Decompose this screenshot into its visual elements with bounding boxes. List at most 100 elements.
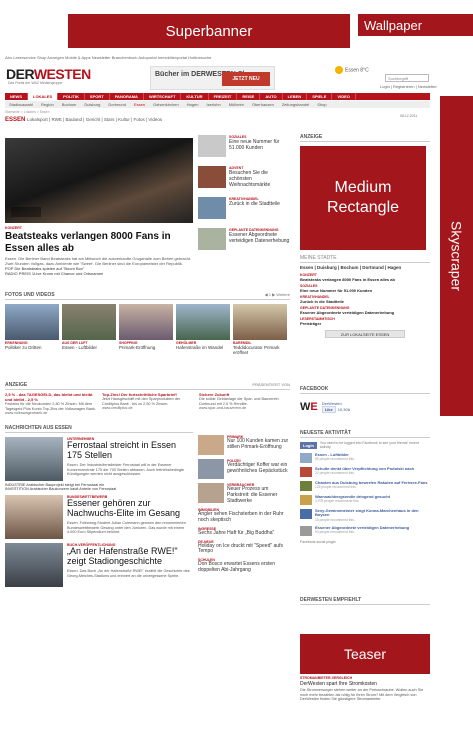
mid-thumbnail[interactable] <box>198 435 224 455</box>
text-ad-url[interactable]: www.volkswagenbank.de <box>5 411 96 416</box>
nav-item[interactable]: REISE <box>237 93 261 100</box>
shop-promo[interactable]: Bücher im DERWESTEN Shop JETZT NEU <box>150 66 275 90</box>
subnav-item[interactable]: Shop <box>313 101 330 108</box>
nav-item[interactable]: LOKALES <box>28 93 59 100</box>
activity-item[interactable]: Essen - Luftbilder 89 people recommend th… <box>300 452 430 463</box>
nav-item[interactable]: VIDEO <box>332 93 356 100</box>
gallery-title[interactable]: Primark-Eröffnung <box>119 345 173 350</box>
hero-bullet[interactable]: RADIO PREIS 1Live Krone mit Chance und O… <box>5 271 193 276</box>
activity-thumbnail[interactable] <box>300 453 312 463</box>
gallery-image[interactable] <box>62 304 116 340</box>
news-story[interactable]: BUCH-VERÖFFENTLICHUNG „An der Hafenstraße… <box>5 543 193 587</box>
skyscraper-ad[interactable]: Skyscraper <box>440 96 473 416</box>
list-item[interactable]: SOZIALES Eine neue Nummer für 51.000 Kund… <box>198 135 290 162</box>
subnav-item[interactable]: Essen <box>130 101 149 108</box>
list-item[interactable]: SCHULEN Don Bosco erwartet Essens ersten … <box>198 558 290 574</box>
local-page-button[interactable]: ZUR LOKALSEITE ESSEN <box>325 330 405 338</box>
subnav-item[interactable]: Oberhausen <box>248 101 278 108</box>
activity-item[interactable]: Essener Abgeordnete verteidigen Datenerh… <box>300 525 430 536</box>
list-item[interactable]: GEPLANTE DATENKENNUNG Essener Abgeordnete… <box>198 228 290 255</box>
city-news-title[interactable]: Beatsteaks verlangen 8000 Fans in Essen … <box>300 277 430 282</box>
medium-rectangle-ad[interactable]: Medium Rectangle <box>300 146 426 250</box>
nav-item[interactable]: WIRTSCHAFT <box>144 93 182 100</box>
gallery-title[interactable]: Hafenstraße im Wandel <box>176 345 230 350</box>
teaser-title[interactable]: Besuchen Sie die schönsten Weihnachtsmär… <box>229 170 290 188</box>
nav-item[interactable]: FREIZEIT <box>209 93 238 100</box>
gallery-image[interactable] <box>119 304 173 340</box>
gallery-image[interactable] <box>176 304 230 340</box>
teaser-thumbnail[interactable] <box>198 197 226 219</box>
gallery-title[interactable]: Teddidocurator Primark eröffnet <box>233 345 287 355</box>
superbanner-ad[interactable]: Superbanner <box>68 14 350 48</box>
text-ad-headline[interactable]: 2,5 % - das TAGESGELD, das bleibt und bl… <box>5 392 96 402</box>
city-links[interactable]: Essen | Duisburg | Bochum | Dortmund | H… <box>300 265 430 270</box>
teaser-title[interactable]: Eine neue Nummer für 51.000 Kunden <box>229 139 290 151</box>
hero-title[interactable]: Beatsteaks verlangen 8000 Fans in Essen … <box>5 231 193 254</box>
story-title[interactable]: Ferrostaal streicht in Essen 175 Stellen <box>67 440 193 461</box>
weather-widget[interactable]: Essen 8°C <box>335 66 380 86</box>
subnav-item[interactable]: Hagen <box>183 101 203 108</box>
activity-thumbnail[interactable] <box>300 495 312 505</box>
activity-item[interactable]: Schulte denkt über Verpflichtung von Pod… <box>300 466 430 477</box>
gallery-image[interactable] <box>5 304 59 340</box>
story-image[interactable] <box>5 437 63 481</box>
hero-image[interactable] <box>5 138 193 223</box>
gallery-item[interactable]: GEHÖLMER Hafenstraße im Wandel <box>176 304 230 355</box>
gallery-image[interactable] <box>233 304 287 340</box>
login-links[interactable]: Login | Registrieren | Newsletter <box>380 84 437 89</box>
story-bullet[interactable]: INVESTITION Arabischer Baukonzern kauft … <box>5 487 193 491</box>
list-item[interactable]: IMMOBILIEN Angler sehen Fischsterben in d… <box>198 508 290 524</box>
text-ad-url[interactable]: www.creditplus.de <box>102 406 193 411</box>
subnav-item[interactable]: Zeitungshandel <box>278 101 313 108</box>
gallery-item[interactable]: SHOPPING Primark-Eröffnung <box>119 304 173 355</box>
city-news-title[interactable]: Essener Abgeordnete verteidigen Datenerh… <box>300 310 430 315</box>
news-story[interactable]: BUNDESWETTBEWERB Essener gehören zur Nach… <box>5 495 193 539</box>
nav-item[interactable]: LEBEN <box>283 93 308 100</box>
mid-title[interactable]: Neuer Prozess um Parkstreit: die Essener… <box>227 486 290 504</box>
nav-item[interactable]: PANORAMA <box>110 93 144 100</box>
teaser-title[interactable]: Essener Abgeordnete verteidigen Datenerh… <box>229 232 290 244</box>
activity-item[interactable]: Warnsachbergsendie dringend gesucht 3,978… <box>300 494 430 505</box>
city-news-title[interactable]: Preisträger <box>300 321 430 326</box>
nav-item[interactable]: KULTUR <box>181 93 209 100</box>
activity-thumbnail[interactable] <box>300 509 312 519</box>
nav-item[interactable]: SPIELE <box>307 93 333 100</box>
mid-thumbnail[interactable] <box>198 459 224 479</box>
city-news-title[interactable]: Zurück in die Stadtteile <box>300 299 430 304</box>
city-links[interactable]: Lokalsport | RWE | Bauland | Gericht | S… <box>27 117 162 122</box>
activity-thumbnail[interactable] <box>300 467 312 477</box>
activity-item[interactable]: Sexy-Gewinnmeister singt Konna-Marchenha… <box>300 508 430 522</box>
text-ad[interactable]: Sichere Zukunft Die solide Geldanlage der… <box>199 392 290 416</box>
teaser-thumbnail[interactable] <box>198 228 226 250</box>
hero-article[interactable]: KONZERT Beatsteaks verlangen 8000 Fans i… <box>5 226 193 276</box>
story-title[interactable]: Essener gehören zur Nachwuchs-Elite im G… <box>67 498 193 519</box>
mid-title[interactable]: Angler sehen Fischsterben in der Ruhr no… <box>198 512 290 524</box>
facebook-login-button[interactable]: Login <box>300 441 317 449</box>
like-button[interactable]: Like <box>321 406 336 413</box>
nav-item[interactable]: NEWS <box>5 93 28 100</box>
nav-item[interactable]: AUTO <box>260 93 283 100</box>
subnav-item[interactable]: Gelsenkirchen <box>149 101 183 108</box>
service-links[interactable]: Abo Leserservice Shop Anzeigen Mobile & … <box>5 55 425 62</box>
mid-title[interactable]: Verdächtiger Koffer war ein gewöhnliches… <box>227 462 290 475</box>
search-input[interactable]: Suchbegriff <box>385 74 429 82</box>
mid-title[interactable]: Don Bosco erwartet Essens ersten doppelt… <box>198 561 290 574</box>
subnav-item[interactable]: Stadtauswahl <box>5 101 37 108</box>
gallery-item[interactable]: BAREMDIL Teddidocurator Primark eröffnet <box>233 304 287 355</box>
activity-title[interactable]: Sexy-Gewinnmeister singt Konna-Marchenha… <box>315 508 430 518</box>
subnav-item[interactable]: Iserlohn <box>202 101 224 108</box>
gallery-item[interactable]: AUS DER LUFT Essen - Luftbilder <box>62 304 116 355</box>
activity-thumbnail[interactable] <box>300 525 312 536</box>
mid-thumbnail[interactable] <box>198 483 224 503</box>
teaser-title[interactable]: Zurück in die Stadtteile <box>229 201 280 207</box>
subnav-item[interactable]: Region <box>37 101 58 108</box>
list-item[interactable]: PRIMARK Nur 100 Kunden kamen zur stillen … <box>198 435 290 455</box>
teaser-thumbnail[interactable] <box>198 135 226 157</box>
story-title[interactable]: „An der Hafenstraße RWE!" zeigt Stadiong… <box>67 546 193 567</box>
gallery-item[interactable]: ERKENNUNG Politiker zu Dritten <box>5 304 59 355</box>
mid-title[interactable]: Sechs Jahre Haft für „Big Buddha" <box>198 530 290 537</box>
list-item[interactable]: INGRESSE Sechs Jahre Haft für „Big Buddha… <box>198 527 290 537</box>
story-image[interactable] <box>5 495 63 539</box>
text-ad[interactable]: 2,5 % - das TAGESGELD, das bleibt und bl… <box>5 392 96 416</box>
subnav-item[interactable]: Duisburg <box>80 101 104 108</box>
